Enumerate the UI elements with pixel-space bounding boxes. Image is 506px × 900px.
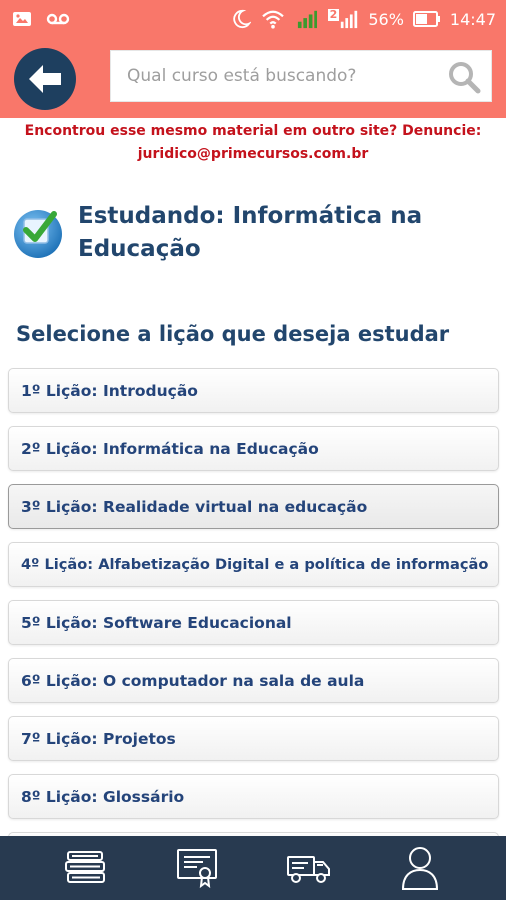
status-bar: 2 56% 14:47 (0, 0, 506, 38)
course-title: Estudando: Informática na Educação (78, 203, 423, 262)
nav-certificates-button[interactable] (167, 841, 227, 895)
lesson-item[interactable]: 7º Lição: Projetos (8, 716, 499, 761)
lesson-item[interactable]: 5º Lição: Software Educacional (8, 600, 499, 645)
lesson-label: 1º Lição: Introdução (21, 381, 198, 400)
bottom-navigation (0, 836, 506, 900)
signal-sim1-icon (297, 10, 317, 29)
battery-icon (412, 11, 440, 27)
lesson-item[interactable]: 6º Lição: O computador na sala de aula (8, 658, 499, 703)
voicemail-icon (46, 13, 70, 25)
lesson-label: 7º Lição: Projetos (21, 729, 176, 748)
lesson-label: 4º Lição: Alfabetização Digital e a polí… (21, 556, 489, 573)
gallery-notification-icon (13, 12, 31, 26)
lesson-label: 3º Lição: Realidade virtual na educação (21, 497, 368, 516)
lesson-label: 2º Lição: Informática na Educação (21, 439, 319, 458)
wifi-icon (261, 10, 284, 29)
lesson-label: 5º Lição: Software Educacional (21, 613, 292, 632)
signal-sim2-icon (341, 10, 358, 29)
lesson-item[interactable]: 1º Lição: Introdução (8, 368, 499, 413)
lesson-item[interactable]: 4º Lição: Alfabetização Digital e a polí… (8, 542, 499, 587)
nav-courses-button[interactable] (56, 841, 116, 895)
lesson-label: 6º Lição: O computador na sala de aula (21, 671, 365, 690)
notice-email-link[interactable]: juridico@primecursos.com.br (0, 143, 506, 166)
search-box[interactable] (110, 50, 492, 102)
books-icon (64, 851, 105, 883)
sim2-label: 2 (327, 8, 340, 21)
lesson-label: 8º Lição: Glossário (21, 787, 185, 806)
lesson-item[interactable]: 8º Lição: Glossário (8, 774, 499, 819)
lesson-item[interactable]: 2º Lição: Informática na Educação (8, 426, 499, 471)
certificate-icon (177, 849, 218, 889)
battery-percentage: 56% (368, 9, 404, 29)
arrow-left-icon (29, 65, 61, 93)
lesson-item[interactable]: 3º Lição: Realidade virtual na educação (8, 484, 499, 529)
clock: 14:47 (449, 9, 496, 29)
section-title: Selecione a lição que deseja estudar (16, 322, 450, 346)
lesson-list: 1º Lição: Introdução 2º Lição: Informáti… (8, 368, 500, 855)
moon-icon (232, 9, 251, 29)
notice-line: Encontrou esse mesmo material em outro s… (24, 123, 482, 139)
course-header: Estudando: Informática na Educação (10, 200, 500, 270)
search-input[interactable] (127, 51, 437, 101)
nav-profile-button[interactable] (390, 841, 450, 895)
user-icon (402, 847, 439, 890)
app-header (0, 38, 506, 118)
search-icon[interactable] (447, 60, 481, 94)
copyright-notice: Encontrou esse mesmo material em outro s… (0, 120, 506, 166)
checkmark-badge-icon (14, 210, 62, 258)
delivery-truck-icon (286, 856, 330, 883)
nav-delivery-button[interactable] (279, 841, 339, 895)
back-button[interactable] (14, 48, 76, 110)
